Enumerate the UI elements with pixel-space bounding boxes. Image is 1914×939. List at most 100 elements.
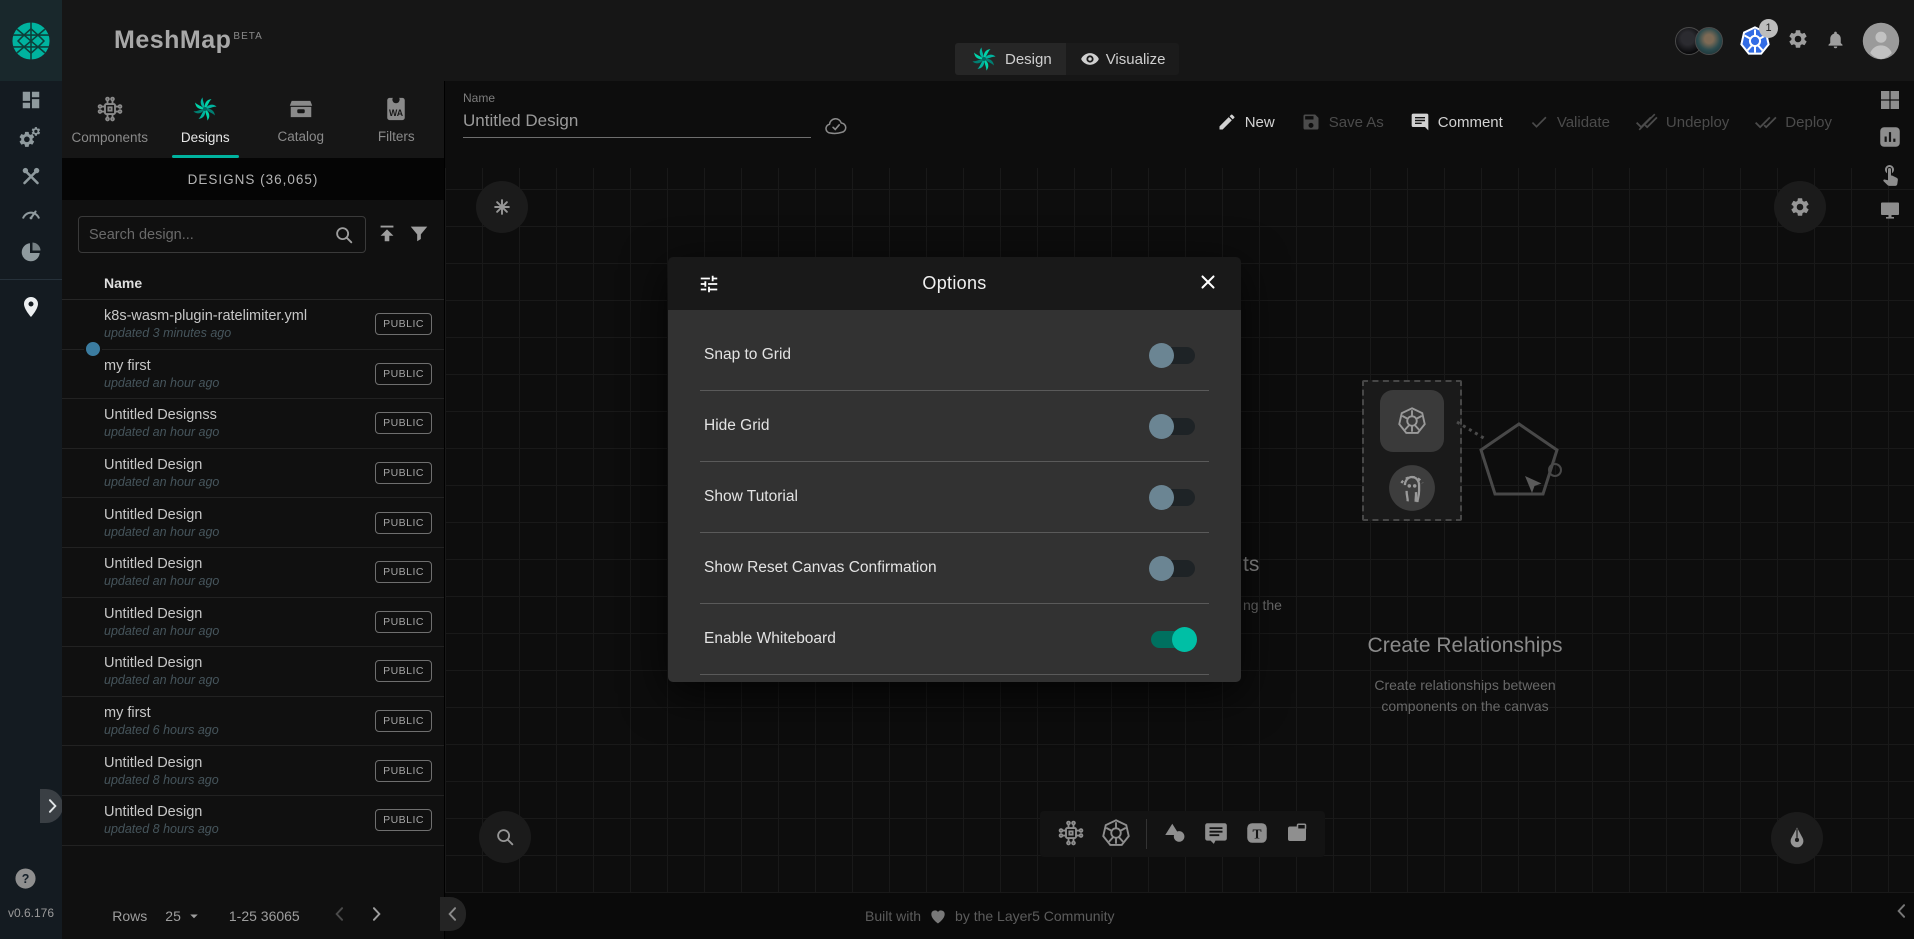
new-button[interactable]: New [1217, 112, 1275, 132]
options-modal-header: Options [668, 257, 1241, 310]
search-input[interactable] [89, 227, 333, 243]
lifecycle-icon [19, 126, 43, 150]
avatar[interactable] [1695, 27, 1723, 55]
rail-chartsq-button[interactable] [1877, 124, 1903, 153]
tab-filters[interactable]: WAFilters [349, 81, 445, 158]
action-label: New [1245, 114, 1275, 131]
toggle-knob [1149, 485, 1174, 510]
dock-media-button[interactable] [1285, 821, 1309, 848]
design-row[interactable]: my first updated an hour ago PUBLIC [62, 350, 444, 400]
texttool-icon: T [1244, 820, 1270, 846]
designs-panel: Components Designs CatalogWAFilters DESIGN… [62, 81, 445, 939]
search-row [62, 200, 444, 265]
save-as-button[interactable]: Save As [1301, 112, 1384, 132]
filter-button[interactable] [408, 222, 430, 247]
beta-tag: BETA [233, 31, 262, 42]
design-row[interactable]: Untitled Design updated 8 hours ago PUBL… [62, 796, 444, 846]
design-row[interactable]: my first updated 6 hours ago PUBLIC [62, 697, 444, 747]
close-modal-button[interactable] [1197, 271, 1219, 296]
rail-touch-button[interactable] [1878, 162, 1902, 189]
dock-k8swheel-button[interactable] [1101, 818, 1131, 851]
nav-extensions[interactable] [0, 233, 62, 271]
dock-commentsq-button[interactable] [1203, 820, 1229, 849]
design-row[interactable]: Untitled Design updated an hour ago PUBL… [62, 647, 444, 697]
mode-tab-visualize[interactable]: Visualize [1066, 43, 1180, 75]
zoom-button[interactable] [479, 811, 531, 863]
validate-button[interactable]: Validate [1529, 112, 1610, 132]
dock-texttool-button[interactable]: T [1244, 820, 1270, 849]
design-row[interactable]: k8s-wasm-plugin-ratelimiter.yml updated … [62, 300, 444, 350]
notifications-button[interactable] [1825, 29, 1846, 53]
tab-label: Designs [181, 130, 230, 145]
option-label: Snap to Grid [700, 346, 791, 364]
header-actions: 1 [1675, 0, 1900, 81]
rail-screen-button[interactable] [1878, 198, 1902, 225]
meshmap-icon [19, 295, 43, 319]
page-range: 1-25 36065 [229, 908, 300, 924]
mode-tab-design[interactable]: Design [955, 43, 1066, 75]
nav-performance[interactable] [0, 195, 62, 233]
panel-tabs: Components Designs CatalogWAFilters [62, 81, 444, 158]
undeploy-button[interactable]: Undeploy [1636, 111, 1729, 133]
design-row[interactable]: Untitled Design updated 8 hours ago PUBL… [62, 746, 444, 796]
design-row[interactable]: Untitled Designss updated an hour ago PU… [62, 399, 444, 449]
toggle-snap-to-grid[interactable] [1151, 347, 1195, 364]
collapse-right-button[interactable] [1892, 901, 1912, 924]
app-header: MeshMapBETA DesignVisualize 1 [62, 0, 1914, 81]
dock-shapes-button[interactable] [1162, 820, 1188, 849]
tab-catalog[interactable]: Catalog [253, 81, 349, 158]
undeploy-icon [1636, 111, 1658, 133]
design-row[interactable]: Untitled Design updated an hour ago PUBL… [62, 548, 444, 598]
design-row-text: Untitled Design updated an hour ago [104, 507, 219, 539]
toggle-hide-grid[interactable] [1151, 418, 1195, 435]
design-name-field: Name [463, 91, 811, 138]
grid4-icon [1878, 88, 1902, 112]
nav-lifecycle[interactable] [0, 119, 62, 157]
prev-page-button[interactable] [322, 904, 358, 927]
performance-icon [19, 202, 43, 226]
comment-button[interactable]: Comment [1410, 112, 1503, 132]
collaborator-avatars[interactable] [1675, 27, 1723, 55]
spiral-icon [190, 94, 220, 124]
designs-count-header: DESIGNS (36,065) [62, 158, 444, 200]
next-page-button[interactable] [358, 904, 394, 927]
nav-configuration[interactable] [0, 157, 62, 195]
name-label: Name [463, 91, 811, 105]
help-button[interactable]: ? [14, 867, 37, 890]
design-row[interactable]: Untitled Design updated an hour ago PUBL… [62, 449, 444, 499]
toggle-show-reset-canvas-confirmation[interactable] [1151, 560, 1195, 577]
toggle-knob [1149, 556, 1174, 581]
canvas-settings-button[interactable] [1774, 181, 1826, 233]
tab-label: Components [71, 130, 148, 145]
options-list: Snap to Grid Hide Grid Show Tutorial Sho… [668, 310, 1241, 682]
profile-avatar[interactable] [1862, 22, 1900, 60]
collapse-left-button[interactable] [440, 897, 466, 931]
tab-components[interactable]: Components [62, 81, 158, 158]
pen-tool-button[interactable] [1771, 812, 1823, 864]
deploy-button[interactable]: Deploy [1755, 111, 1832, 133]
design-row-text: Untitled Design updated 8 hours ago [104, 755, 219, 787]
design-row[interactable]: Untitled Design updated an hour ago PUBL… [62, 498, 444, 548]
design-name-input[interactable] [463, 109, 811, 138]
canvas-quick-button[interactable] [476, 181, 528, 233]
design-name: my first [104, 358, 219, 374]
design-row[interactable]: Untitled Design updated an hour ago PUBL… [62, 598, 444, 648]
visibility-badge: PUBLIC [375, 710, 432, 732]
toggle-show-tutorial[interactable] [1151, 489, 1195, 506]
layer5-logo[interactable] [0, 0, 62, 81]
nav-meshmap[interactable] [0, 288, 62, 326]
option-row: Show Reset Canvas Confirmation [700, 533, 1209, 604]
kubernetes-context-button[interactable]: 1 [1739, 25, 1771, 57]
nav-dashboard[interactable] [0, 81, 62, 119]
dock-chip-button[interactable] [1056, 818, 1086, 851]
kubernetes-tile [1380, 390, 1444, 452]
onboarding-subtitle: components on the canvas [1235, 698, 1695, 714]
settings-button[interactable] [1787, 28, 1809, 53]
tab-designs[interactable]: Designs [158, 81, 254, 158]
rail-grid4-button[interactable] [1878, 88, 1902, 115]
import-design-button[interactable] [376, 222, 398, 247]
configuration-icon [19, 164, 43, 188]
toggle-enable-whiteboard[interactable] [1151, 631, 1195, 648]
rows-per-page-select[interactable]: 25 [165, 907, 203, 925]
check-icon [1529, 112, 1549, 132]
